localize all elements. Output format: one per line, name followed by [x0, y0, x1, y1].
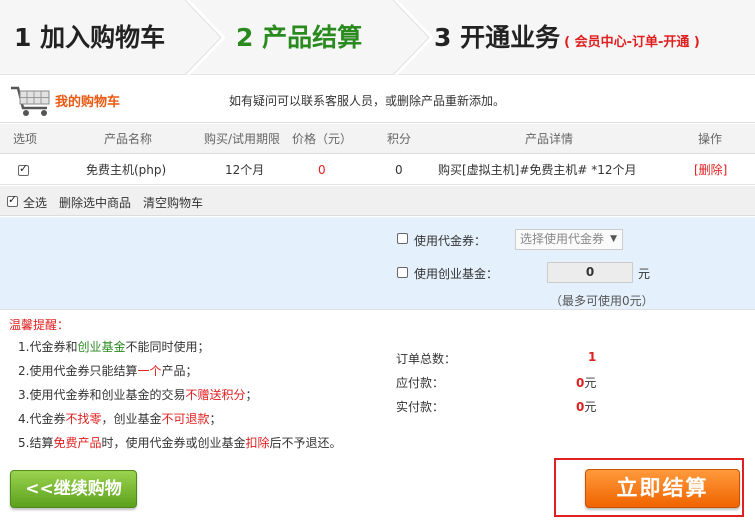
chevron-right-icon	[185, 0, 225, 75]
checkout-steps: 1 加入购物车 2 产品结算 3 开通业务( 会员中心-订单-开通 )	[0, 0, 755, 75]
delete-selected-link[interactable]: 删除选中商品	[59, 194, 131, 211]
dropdown-arrow-icon: ▼	[610, 234, 617, 244]
cart-table-header: 选项 产品名称 购买/试用期限 价格（元） 积分 产品详情 操作	[0, 124, 755, 154]
row-product-name: 免费主机(php)	[86, 163, 167, 177]
select-all-label[interactable]: 全选	[23, 194, 47, 211]
fund-max-note: （最多可使用0元）	[550, 294, 654, 308]
tips-title: 温馨提醒：	[9, 318, 70, 332]
tip-text: ，创业基金	[101, 412, 162, 426]
tip-highlight: 一个	[137, 364, 162, 378]
tip-2: 2.使用代金券只能结算一个产品；	[18, 362, 197, 379]
row-detail: 购买[虚拟主机]#免费主机# *12个月	[438, 163, 637, 177]
currency-unit: 元	[584, 400, 597, 414]
row-checkbox[interactable]	[18, 162, 29, 176]
use-fund-label: 使用创业基金：	[414, 267, 499, 281]
tip-highlight: 免费产品	[53, 436, 102, 450]
tip-text: ；	[209, 412, 222, 426]
tip-text: 不能同时使用；	[125, 340, 210, 354]
fund-amount-input[interactable]: 0	[547, 262, 633, 283]
col-price: 价格（元）	[292, 132, 353, 146]
step-activate: 3 开通业务( 会员中心-订单-开通 )	[434, 0, 700, 75]
use-fund-checkbox[interactable]	[397, 267, 408, 278]
step-checkout: 2 产品结算	[236, 23, 363, 52]
tip-text: 1.代金券和	[18, 340, 78, 354]
step-activate-label: 3 开通业务	[434, 23, 561, 52]
use-voucher-label: 使用代金券：	[414, 234, 487, 248]
row-price: 0	[318, 163, 326, 177]
voucher-select[interactable]: 选择使用代金券 ▼	[515, 229, 623, 250]
order-total-number: 1	[588, 350, 597, 364]
currency-unit: 元	[584, 376, 597, 390]
col-detail: 产品详情	[525, 132, 574, 146]
tip-highlight: 创业基金	[77, 340, 126, 354]
tip-text: 时，使用代金券或创业基金	[101, 436, 246, 450]
tip-1: 1.代金券和创业基金不能同时使用；	[18, 338, 209, 355]
order-total-value: 1	[588, 350, 596, 364]
tip-4: 4.代金券不找零，创业基金不可退款；	[18, 410, 222, 427]
cart-title-bar: 我的购物车 如有疑问可以联系客服人员，或删除产品重新添加。	[0, 76, 755, 123]
voucher-select-value: 选择使用代金券	[520, 232, 605, 246]
tip-text: ；	[245, 388, 258, 402]
tip-5: 5.结算免费产品时，使用代金券或创业基金扣除后不予退还。	[18, 434, 342, 451]
tip-text: 2.使用代金券只能结算	[18, 364, 138, 378]
order-total-label: 订单总数：	[396, 352, 457, 366]
tip-highlight: 不找零	[65, 412, 102, 426]
step-activate-note: ( 会员中心-订单-开通 )	[564, 35, 700, 50]
tip-text: 3.使用代金券和创业基金的交易	[18, 388, 186, 402]
paid-value: 0元	[576, 398, 596, 415]
bulk-action-bar: 全选 删除选中商品 清空购物车	[0, 186, 755, 216]
cart-hint: 如有疑问可以联系客服人员，或删除产品重新添加。	[229, 94, 506, 108]
step-add-to-cart: 1 加入购物车	[14, 23, 166, 52]
continue-shopping-button[interactable]: <<继续购物	[10, 470, 137, 508]
voucher-panel: 使用代金券： 选择使用代金券 ▼ 使用创业基金： 0 元 （最多可使用0元）	[0, 217, 755, 309]
shopping-cart-icon	[11, 86, 50, 116]
cart-title: 我的购物车	[55, 95, 121, 110]
tip-text: 4.代金券	[18, 412, 66, 426]
payable-value: 0元	[576, 374, 596, 391]
table-row: 免费主机(php) 12个月 0 0 购买[虚拟主机]#免费主机# *12个月 …	[0, 155, 755, 185]
tip-highlight: 扣除	[245, 436, 270, 450]
tip-text: 产品；	[161, 364, 198, 378]
clear-cart-link[interactable]: 清空购物车	[143, 194, 203, 211]
divider	[0, 309, 755, 310]
paid-label: 实付款：	[396, 400, 445, 414]
col-points: 积分	[387, 132, 412, 146]
select-all-checkbox[interactable]	[7, 193, 18, 207]
col-action: 操作	[698, 132, 723, 146]
col-period: 购买/试用期限	[204, 132, 281, 146]
row-delete-link[interactable]: [删除]	[694, 155, 727, 185]
payable-label: 应付款：	[396, 376, 445, 390]
tip-3: 3.使用代金券和创业基金的交易不赠送积分；	[18, 386, 257, 403]
tip-highlight: 不可退款	[161, 412, 210, 426]
tip-text: 5.结算	[18, 436, 54, 450]
col-product-name: 产品名称	[104, 132, 153, 146]
tip-text: 后不予退还。	[269, 436, 342, 450]
use-voucher-checkbox[interactable]	[397, 233, 408, 244]
col-select: 选项	[13, 132, 38, 146]
chevron-right-icon	[393, 0, 433, 75]
fund-unit: 元	[638, 267, 651, 281]
tip-highlight: 不赠送积分	[185, 388, 246, 402]
checkout-button[interactable]: 立即结算	[585, 469, 740, 508]
row-points: 0	[395, 163, 403, 177]
row-period: 12个月	[225, 163, 265, 177]
